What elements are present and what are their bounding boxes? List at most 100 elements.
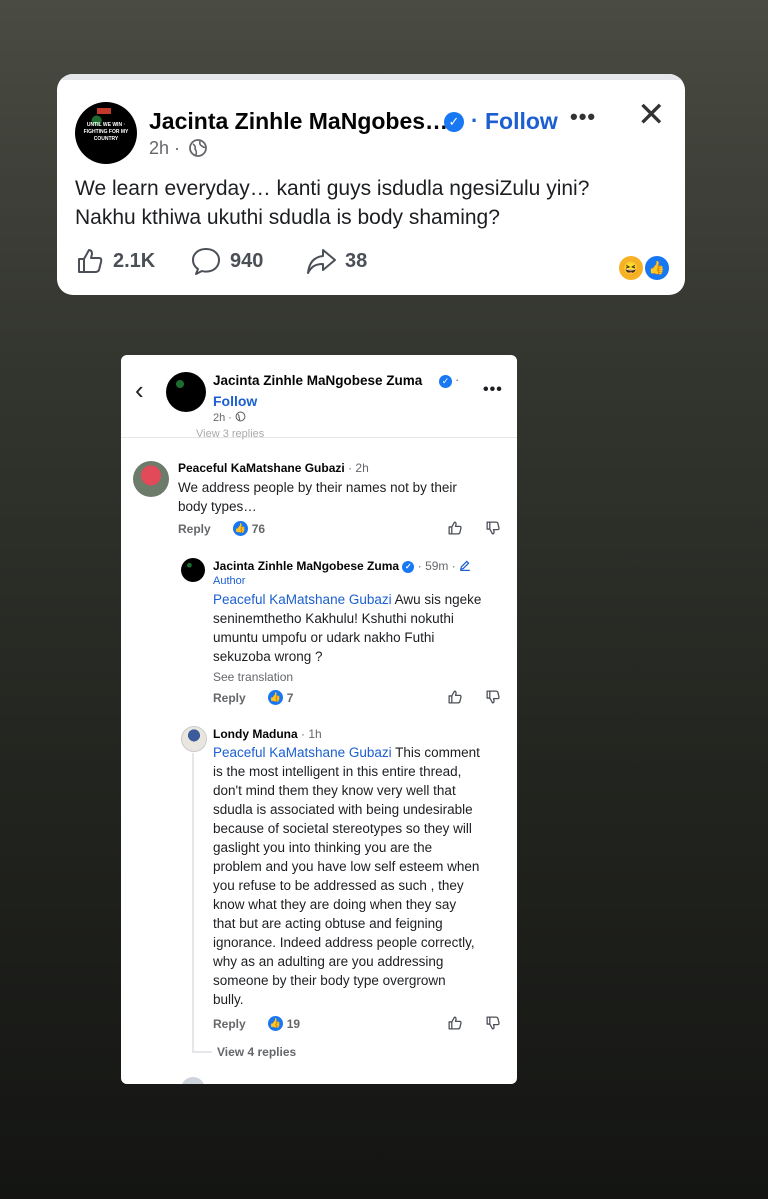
comments-header: ‹ Jacinta Zinhle MaNgobese Zuma ✓ · Foll…: [121, 355, 517, 440]
share-count: 38: [345, 249, 368, 272]
comment-count: 940: [230, 249, 264, 272]
reply-button[interactable]: Reply: [178, 522, 211, 536]
verified-badge-icon: ✓: [402, 560, 415, 573]
comment-time: · 59m ·: [417, 559, 456, 573]
like-icon: [78, 249, 103, 273]
comment-text-line: seninemthetho Kakhulu! Kshuthi nokuthi: [213, 611, 454, 626]
comment-like-count[interactable]: 7: [287, 691, 294, 705]
comment-author-name[interactable]: Peaceful KaMatshane Gubazi: [178, 461, 345, 475]
haha-reaction-icon: 😆: [619, 256, 643, 280]
like-reaction-icon: 👍: [643, 254, 671, 282]
separator-dot: ·: [455, 372, 460, 387]
comments-screenshot: ‹ Jacinta Zinhle MaNgobese Zuma ✓ · Foll…: [121, 355, 517, 1084]
comment-footer: Reply 👍 7: [213, 690, 293, 705]
comment-author-name[interactable]: Londy Maduna: [213, 727, 298, 741]
comment-text: Peaceful KaMatshane Gubazi Awu sis ngeke…: [213, 590, 508, 666]
comment-text-line: that but are acting obtuse and feigning: [213, 916, 443, 931]
reply-author-avatar[interactable]: [181, 726, 207, 752]
verified-badge-icon: ✓: [444, 112, 464, 132]
view-replies-link-partial[interactable]: View 3 replies: [196, 428, 264, 440]
author-avatar[interactable]: UNTIL WE WIN · FIGHTING FOR MY COUNTRY: [75, 102, 137, 164]
header-follow-button[interactable]: Follow: [213, 393, 257, 409]
post-card: UNTIL WE WIN · FIGHTING FOR MY COUNTRY J…: [57, 74, 685, 295]
header-more-button[interactable]: •••: [483, 381, 503, 399]
thumbs-up-icon[interactable]: [447, 689, 463, 705]
follow-button[interactable]: Follow: [485, 108, 558, 135]
commenter-avatar[interactable]: [133, 461, 169, 497]
thread-connector: [192, 753, 194, 1051]
share-icon: [307, 249, 336, 274]
like-reaction-icon: 👍: [267, 690, 283, 705]
comment-time: · 2h: [348, 461, 369, 475]
comment-time: · 1h: [301, 727, 322, 741]
globe-icon: [189, 139, 207, 157]
like-reaction-icon: 👍: [267, 1016, 283, 1031]
comment-text-line: know what they are doing when they say: [213, 897, 457, 912]
comment-text-line: gaslight you into thinking you are the: [213, 840, 433, 855]
header-time: 2h ·: [213, 411, 246, 424]
comment-text-line: sdudla is associated with being undesira…: [213, 802, 473, 817]
comment-text-line: bully.: [213, 992, 244, 1007]
thumbs-down-icon[interactable]: [485, 689, 501, 705]
comment-text-line: don't mind them they know very well that: [213, 783, 456, 798]
comment-text-line: Peaceful KaMatshane Gubazi Awu sis ngeke: [213, 590, 508, 609]
reply-author-avatar[interactable]: [181, 558, 205, 582]
reaction-summary[interactable]: 😆 👍: [619, 254, 671, 282]
header-time-text: 2h ·: [213, 412, 232, 424]
comment-icon: [192, 248, 220, 275]
comment-text-line: is the most intelligent in this entire t…: [213, 764, 462, 779]
comment-text-line: because of societal stereotypes so they …: [213, 821, 472, 836]
author-badge: Author: [213, 575, 246, 587]
post-text: We learn everyday… kanti guys isdudla ng…: [75, 174, 675, 232]
view-replies-link[interactable]: View 4 replies: [217, 1045, 296, 1059]
thumbs-up-icon[interactable]: [447, 520, 463, 536]
reply-button[interactable]: Reply: [213, 691, 246, 705]
post-text-line: Nakhu kthiwa ukuthi sdudla is body shami…: [75, 206, 500, 229]
globe-icon: [235, 411, 246, 422]
share-button[interactable]: 38: [305, 246, 367, 276]
edit-icon: [460, 560, 470, 571]
comment-text-segment: This comment: [395, 745, 480, 760]
comment-footer: Reply 👍 19: [213, 1016, 300, 1031]
next-comment-avatar-partial[interactable]: [181, 1077, 205, 1084]
more-options-button[interactable]: •••: [570, 104, 596, 130]
thread-connector: [192, 1051, 212, 1053]
comment-like-count[interactable]: 76: [252, 522, 265, 536]
thumbs-down-icon[interactable]: [485, 520, 501, 536]
comment-button[interactable]: 940: [190, 246, 263, 276]
card-top-border: [57, 74, 685, 80]
comment-author[interactable]: Londy Maduna · 1h: [213, 727, 322, 741]
mention-link[interactable]: Peaceful KaMatshane Gubazi: [213, 592, 392, 607]
header-avatar[interactable]: [166, 372, 206, 412]
mention-link[interactable]: Peaceful KaMatshane Gubazi: [213, 745, 392, 760]
thumbs-up-icon[interactable]: [447, 1015, 463, 1031]
comment-text-line: someone by their body type overgrown: [213, 973, 446, 988]
like-count: 2.1K: [113, 249, 156, 272]
back-icon[interactable]: ‹: [135, 377, 144, 403]
thumbs-down-icon[interactable]: [485, 1015, 501, 1031]
comment-text-line: We address people by their names not by …: [178, 480, 457, 495]
header-author-name[interactable]: Jacinta Zinhle MaNgobese Zuma: [213, 373, 422, 388]
avatar-caption: UNTIL WE WIN · FIGHTING FOR MY COUNTRY: [83, 122, 129, 142]
post-text-line: We learn everyday… kanti guys isdudla ng…: [75, 177, 590, 200]
reply-button[interactable]: Reply: [213, 1017, 246, 1031]
avatar-flag-strip: [97, 108, 111, 114]
separator-dot: ·: [471, 108, 479, 133]
comment-author-name[interactable]: Jacinta Zinhle MaNgobese Zuma: [213, 559, 399, 573]
comment-like-count[interactable]: 19: [287, 1017, 300, 1031]
comment-text-line: you refuse to be addressed as such , the…: [213, 878, 464, 893]
verified-badge-icon: ✓: [439, 375, 452, 388]
like-button[interactable]: 2.1K: [75, 246, 155, 276]
post-time: 2h ·: [149, 138, 181, 158]
comment-text-line: problem and you have low self esteem whe…: [213, 859, 480, 874]
author-name[interactable]: Jacinta Zinhle MaNgobes…: [149, 108, 448, 135]
comment-text-line: sekuzoba wrong ?: [213, 649, 323, 664]
close-button[interactable]: ✕: [637, 98, 666, 132]
comment-author[interactable]: Peaceful KaMatshane Gubazi · 2h: [178, 461, 369, 475]
comment-text-line: body types…: [178, 499, 257, 514]
see-translation-link[interactable]: See translation: [213, 670, 293, 684]
comment-author[interactable]: Jacinta Zinhle MaNgobese Zuma ✓ · 59m ·: [213, 559, 471, 573]
comment-text: We address people by their names not by …: [178, 478, 508, 516]
comment-text-line: why as an adulting are you addressing: [213, 954, 444, 969]
comment-footer: Reply 👍 76: [178, 521, 265, 536]
